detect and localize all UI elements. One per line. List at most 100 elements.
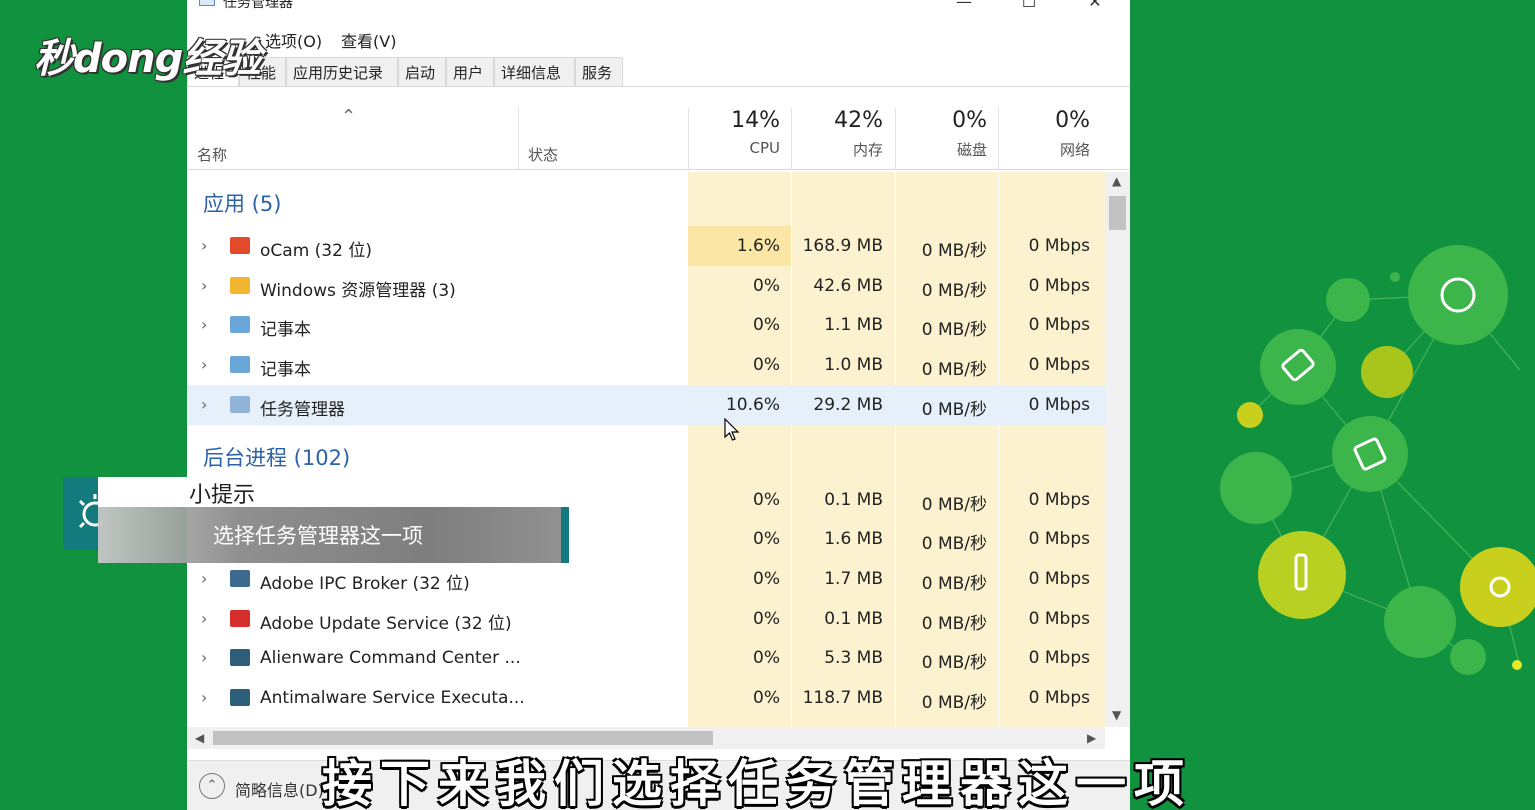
- process-row[interactable]: › Antimalware Service Executa... 0% 118.7 M…: [187, 678, 1105, 718]
- menu-view[interactable]: 查看(V): [341, 28, 396, 52]
- site-logo: 秒dong经验: [34, 36, 261, 82]
- menu-options[interactable]: 选项(O): [265, 28, 322, 52]
- process-cpu: 0%: [753, 609, 780, 629]
- folder-icon: [230, 277, 250, 294]
- horizontal-scroll-thumb[interactable]: [213, 731, 713, 745]
- process-disk: 0 MB/秒: [921, 400, 987, 420]
- tab-app-history[interactable]: 应用历史记录: [286, 57, 398, 86]
- process-row[interactable]: › Adobe Update Service (32 位) 0% 0.1 MB 0 MB…: [187, 599, 1105, 639]
- process-list: 应用 (5) › oCam (32 位) 1.6% 168.9 MB 0 MB/秒 0 M…: [187, 172, 1105, 727]
- process-memory: 168.9 MB: [802, 236, 883, 256]
- process-row[interactable]: › oCam (32 位) 1.6% 168.9 MB 0 MB/秒 0 Mbps: [187, 226, 1105, 266]
- close-button[interactable]: ✕: [1080, 0, 1110, 11]
- expand-chevron-icon[interactable]: ›: [201, 276, 207, 295]
- expand-chevron-icon[interactable]: ›: [201, 236, 207, 255]
- process-row[interactable]: › 记事本 0% 1.0 MB 0 MB/秒 0 Mbps: [187, 345, 1105, 385]
- column-network[interactable]: 0% 网络: [998, 108, 1098, 160]
- column-memory[interactable]: 42% 内存: [791, 108, 891, 160]
- process-cpu: 0%: [753, 490, 780, 510]
- process-row[interactable]: › 记事本 0% 1.1 MB 0 MB/秒 0 Mbps: [187, 305, 1105, 345]
- adobe-ipc-icon: [230, 570, 250, 587]
- tab-users[interactable]: 用户: [446, 57, 494, 86]
- ocam-icon: [230, 237, 250, 254]
- vertical-scrollbar[interactable]: ▲ ▼: [1105, 172, 1130, 727]
- column-status[interactable]: 状态: [528, 144, 558, 165]
- minimize-button[interactable]: —: [949, 0, 979, 11]
- expand-chevron-icon[interactable]: ›: [201, 688, 207, 707]
- process-name: Windows 资源管理器 (3): [260, 281, 456, 301]
- menu-bar: 选项(O) 查看(V): [187, 24, 1130, 52]
- network-total: 0%: [1055, 108, 1090, 133]
- column-name[interactable]: 名称: [197, 144, 227, 165]
- collapse-icon[interactable]: ⌃: [199, 773, 225, 799]
- column-header: ⌃ 名称 状态 14% CPU 42% 内存 0% 磁盘 0% 网络: [187, 100, 1130, 170]
- column-disk[interactable]: 0% 磁盘: [895, 108, 995, 160]
- window-title: 任务管理器: [223, 0, 293, 11]
- tab-startup[interactable]: 启动: [398, 57, 446, 86]
- process-row[interactable]: › Adobe IPC Broker (32 位) 0% 1.7 MB 0 MB/秒 0 …: [187, 559, 1105, 599]
- process-cpu: 0%: [753, 648, 780, 668]
- expand-chevron-icon[interactable]: ›: [201, 315, 207, 334]
- expand-chevron-icon[interactable]: ›: [201, 609, 207, 628]
- process-name: Alienware Command Center ...: [260, 648, 521, 668]
- alienware-icon: [230, 649, 250, 666]
- column-cpu[interactable]: 14% CPU: [688, 108, 788, 157]
- process-disk: 0 MB/秒: [921, 241, 987, 261]
- scroll-right-icon[interactable]: ▶: [1087, 731, 1096, 745]
- process-network: 0 Mbps: [1028, 355, 1090, 375]
- process-name: Adobe Update Service (32 位): [260, 614, 512, 634]
- expand-chevron-icon[interactable]: ›: [201, 569, 207, 588]
- cpu-total: 14%: [731, 108, 780, 133]
- expand-chevron-icon[interactable]: ›: [201, 395, 207, 414]
- fewer-details-link[interactable]: 简略信息(D): [235, 777, 324, 801]
- process-memory: 1.1 MB: [824, 315, 883, 335]
- tab-services[interactable]: 服务: [575, 57, 623, 86]
- task-manager-icon: [199, 0, 215, 6]
- process-network: 0 Mbps: [1028, 609, 1090, 629]
- expand-chevron-icon[interactable]: ›: [201, 355, 207, 374]
- sort-up-icon[interactable]: ⌃: [341, 106, 356, 127]
- process-name: oCam (32 位): [260, 241, 372, 261]
- process-disk: 0 MB/秒: [921, 534, 987, 554]
- process-memory: 5.3 MB: [824, 648, 883, 668]
- scroll-down-icon[interactable]: ▼: [1112, 708, 1121, 722]
- lightbulb-icon: [78, 494, 108, 529]
- process-memory: 1.7 MB: [824, 569, 883, 589]
- process-network: 0 Mbps: [1028, 276, 1090, 296]
- tip-text: 选择任务管理器这一项: [213, 524, 423, 548]
- disk-label: 磁盘: [956, 141, 987, 159]
- process-cpu: 1.6%: [736, 236, 780, 256]
- process-network: 0 Mbps: [1028, 236, 1090, 256]
- task-manager-window: 任务管理器 — ☐ ✕ 选项(O) 查看(V) 进程 性能 应用历史记录 启动 …: [187, 0, 1130, 810]
- decorative-network: [1220, 245, 1535, 675]
- tab-bar: 进程 性能 应用历史记录 启动 用户 详细信息 服务: [187, 57, 1130, 87]
- scroll-left-icon[interactable]: ◀: [195, 731, 204, 745]
- process-row[interactable]: › Windows 资源管理器 (3) 0% 42.6 MB 0 MB/秒 0 Mbps: [187, 266, 1105, 306]
- vertical-scroll-thumb[interactable]: [1109, 196, 1126, 230]
- maximize-button[interactable]: ☐: [1014, 0, 1044, 11]
- process-cpu: 0%: [753, 355, 780, 375]
- scroll-up-icon[interactable]: ▲: [1112, 174, 1121, 188]
- tab-details[interactable]: 详细信息: [494, 57, 575, 86]
- disk-total: 0%: [952, 108, 987, 133]
- process-memory: 1.6 MB: [824, 529, 883, 549]
- process-row[interactable]: › 任务管理器 10.6% 29.2 MB 0 MB/秒 0 Mbps: [187, 385, 1105, 425]
- memory-total: 42%: [834, 108, 883, 133]
- process-disk: 0 MB/秒: [921, 574, 987, 594]
- process-cpu: 0%: [753, 315, 780, 335]
- tip-icon-box: [63, 477, 108, 550]
- process-memory: 42.6 MB: [813, 276, 883, 296]
- process-cpu: 0%: [753, 276, 780, 296]
- expand-chevron-icon[interactable]: ›: [201, 648, 207, 667]
- process-row[interactable]: › Alienware Command Center ... 0% 5.3 MB 0 M…: [187, 638, 1105, 678]
- cpu-label: CPU: [749, 139, 781, 157]
- process-name: 记事本: [260, 360, 311, 380]
- process-disk: 0 MB/秒: [921, 320, 987, 340]
- group-apps: 应用 (5): [203, 192, 282, 216]
- notepad-icon: [230, 356, 250, 373]
- process-memory: 1.0 MB: [824, 355, 883, 375]
- process-disk: 0 MB/秒: [921, 693, 987, 713]
- process-name: 记事本: [260, 320, 311, 340]
- process-cpu: 0%: [753, 529, 780, 549]
- process-network: 0 Mbps: [1028, 395, 1090, 415]
